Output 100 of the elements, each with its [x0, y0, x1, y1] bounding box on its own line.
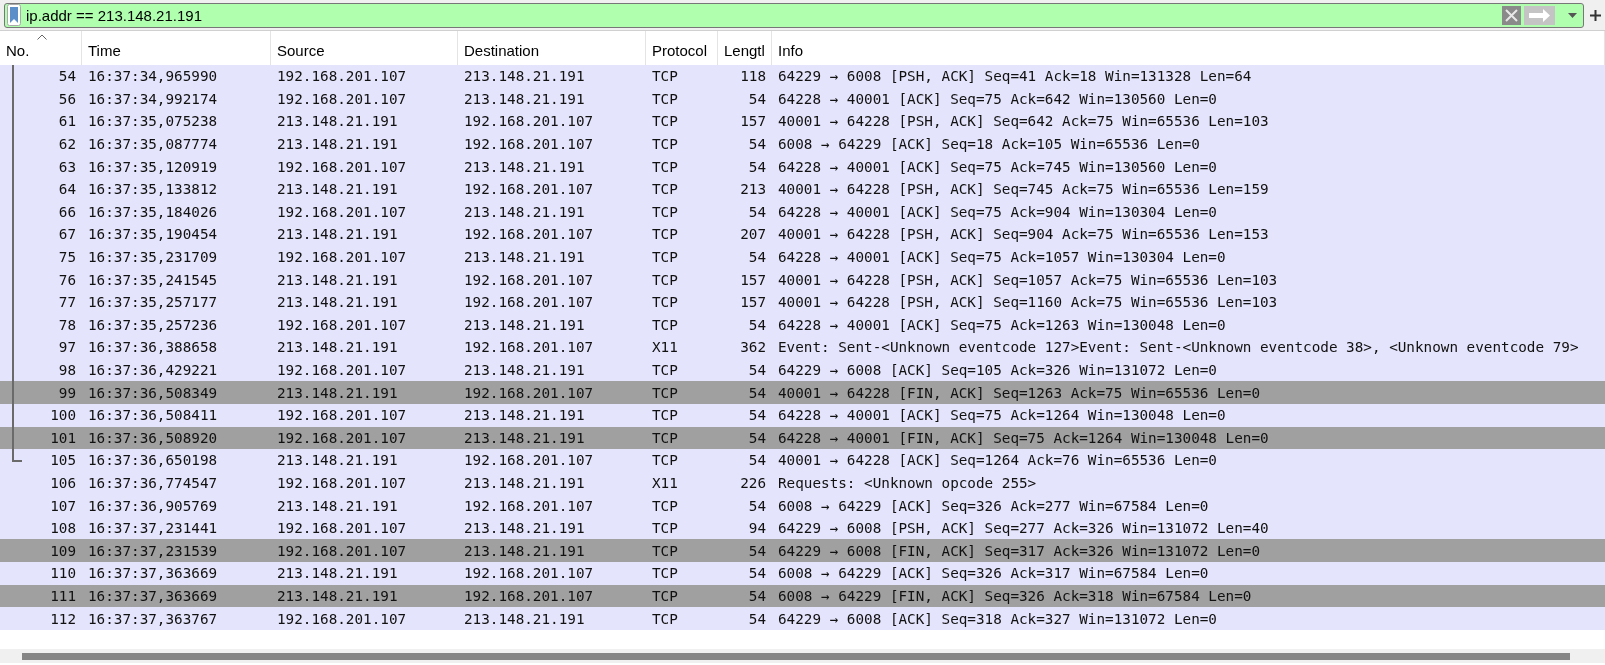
time-cell: 16:37:37,363669: [88, 565, 218, 582]
length-cell: 54: [748, 384, 766, 401]
packet-row[interactable]: 62 16:37:35,087774 213.148.21.191 192.168.201.107 TCP 54 6008 → 64229 [ACK] Seq=18 Ack=105 Win=65536 Len=0: [0, 132, 1605, 156]
number-cell: 63: [58, 158, 76, 175]
packet-row[interactable]: 66 16:37:35,184026 192.168.201.107 213.148.21.191 TCP 54 64228 → 40001 [ACK] Seq=75 Ack=904 Win=130304 Len=0: [0, 200, 1605, 224]
length-cell: 54: [748, 158, 766, 175]
packet-row[interactable]: 98 16:37:36,429221 192.168.201.107 213.148.21.191 TCP 54 64229 → 6008 [ACK] Seq=105 Ack=326 Win=131072 Len=0: [0, 358, 1605, 382]
packet-row[interactable]: 76 16:37:35,241545 213.148.21.191 192.168.201.107 TCP 157 40001 → 64228 [PSH, ACK] Seq=1057 Ack=75 Win=65536 Len=103: [0, 268, 1605, 291]
horizontal-scrollbar[interactable]: [0, 649, 1605, 663]
info-cell: 40001 → 64228 [PSH, ACK] Seq=745 Ack=75 Win=65536 Len=159: [778, 181, 1269, 198]
number-cell: 107: [50, 497, 76, 514]
time-cell: 16:37:37,231539: [88, 542, 218, 559]
destination-cell: 213.148.21.191: [464, 610, 585, 627]
length-cell: 362: [740, 339, 766, 356]
protocol-cell: TCP: [652, 407, 678, 424]
destination-cell: 213.148.21.191: [464, 362, 585, 378]
info-cell: 64228 → 40001 [ACK] Seq=75 Ack=1263 Win=130048 Len=0: [778, 316, 1226, 333]
info-cell: 64228 → 40001 [ACK] Seq=75 Ack=642 Win=130560 Len=0: [778, 90, 1217, 107]
length-cell: 54: [748, 429, 766, 446]
info-cell: 64228 → 40001 [ACK] Seq=75 Ack=1264 Win=130048 Len=0: [778, 407, 1226, 424]
protocol-cell: TCP: [652, 249, 678, 266]
length-cell: 54: [748, 452, 766, 469]
destination-cell: 213.148.21.191: [464, 407, 585, 424]
dropdown-caret-icon[interactable]: [1568, 12, 1577, 18]
packet-row[interactable]: 97 16:37:36,388658 213.148.21.191 192.168.201.107 X11 362 Event: Sent-<Unknown eventcode 127>Event: Sent-<Unknown eventcode 38>, <Unknown eventcode 79>: [0, 336, 1605, 359]
packet-row[interactable]: 99 16:37:36,508349 213.148.21.191 192.168.201.107 TCP 54 40001 → 64228 [FIN, ACK] Seq=1263 Ack=75 Win=65536 Len=0: [0, 381, 1605, 404]
length-cell: 54: [748, 587, 766, 604]
info-cell: 40001 → 64228 [PSH, ACK] Seq=1160 Ack=75 Win=65536 Len=103: [778, 294, 1278, 311]
length-cell: 54: [748, 610, 766, 627]
number-cell: 77: [58, 294, 76, 311]
time-cell: 16:37:35,257236: [88, 316, 218, 333]
source-cell: 192.168.201.107: [277, 407, 407, 424]
info-cell: 64229 → 6008 [FIN, ACK] Seq=317 Ack=326 Win=131072 Len=0: [778, 542, 1261, 559]
destination-cell: 192.168.201.107: [464, 136, 594, 153]
destination-cell: 213.148.21.191: [464, 203, 585, 220]
source-cell: 192.168.201.107: [277, 249, 407, 266]
destination-cell: 192.168.201.107: [464, 113, 594, 130]
destination-cell: 213.148.21.191: [464, 475, 585, 491]
protocol-cell: TCP: [652, 136, 678, 153]
info-cell: 64228 → 40001 [FIN, ACK] Seq=75 Ack=1264 Win=130048 Len=0: [778, 429, 1269, 446]
packet-row[interactable]: 110 16:37:37,363669 213.148.21.191 192.168.201.107 TCP 54 6008 → 64229 [ACK] Seq=326 Ack=317 Win=67584 Len=0: [0, 562, 1605, 585]
time-cell: 16:37:36,905769: [88, 497, 218, 514]
packet-row[interactable]: 109 16:37:37,231539 192.168.201.107 213.148.21.191 TCP 54 64229 → 6008 [FIN, ACK] Seq=317 Ack=326 Win=131072 Len=0: [0, 539, 1605, 563]
display-filter-field[interactable]: ip.addr == 213.148.21.191: [4, 2, 1584, 28]
protocol-cell: TCP: [652, 429, 678, 446]
length-cell: 157: [740, 113, 766, 130]
destination-cell: 213.148.21.191: [464, 542, 585, 559]
protocol-cell: TCP: [652, 113, 678, 130]
destination-cell: 192.168.201.107: [464, 452, 594, 469]
time-cell: 16:37:36,508920: [88, 429, 218, 446]
time-cell: 16:37:35,190454: [88, 226, 218, 243]
packet-row[interactable]: 100 16:37:36,508411 192.168.201.107 213.148.21.191 TCP 54 64228 → 40001 [ACK] Seq=75 Ack=1264 Win=130048 Len=0: [0, 403, 1605, 427]
packet-row[interactable]: 111 16:37:37,363669 213.148.21.191 192.168.201.107 TCP 54 6008 → 64229 [FIN, ACK] Seq=326 Ack=318 Win=67584 Len=0: [0, 584, 1605, 608]
packet-row[interactable]: 75 16:37:35,231709 192.168.201.107 213.148.21.191 TCP 54 64228 → 40001 [ACK] Seq=75 Ack=1057 Win=130304 Len=0: [0, 245, 1605, 269]
length-cell: 157: [740, 294, 766, 311]
packet-row[interactable]: 63 16:37:35,120919 192.168.201.107 213.148.21.191 TCP 54 64228 → 40001 [ACK] Seq=75 Ack=745 Win=130560 Len=0: [0, 155, 1605, 178]
number-cell: 75: [58, 249, 76, 266]
packet-row[interactable]: 78 16:37:35,257236 192.168.201.107 213.148.21.191 TCP 54 64228 → 40001 [ACK] Seq=75 Ack=1263 Win=130048 Len=0: [0, 313, 1605, 337]
packet-row[interactable]: 105 16:37:36,650198 213.148.21.191 192.168.201.107 TCP 54 40001 → 64228 [ACK] Seq=1264 Ack=76 Win=65536 Len=0: [0, 449, 1605, 472]
number-cell: 66: [58, 203, 76, 220]
number-cell: 101: [50, 429, 76, 446]
packet-row[interactable]: 112 16:37:37,363767 192.168.201.107 213.148.21.191 TCP 54 64229 → 6008 [ACK] Seq=318 Ack=327 Win=131072 Len=0: [0, 607, 1605, 630]
packet-row[interactable]: 77 16:37:35,257177 213.148.21.191 192.168.201.107 TCP 157 40001 → 64228 [PSH, ACK] Seq=1160 Ack=75 Win=65536 Len=103: [0, 290, 1605, 314]
bookmark-icon[interactable]: [7, 4, 21, 26]
source-cell: 192.168.201.107: [277, 429, 407, 446]
destination-cell: 192.168.201.107: [464, 226, 594, 243]
source-cell: 213.148.21.191: [277, 271, 398, 288]
packet-row[interactable]: 64 16:37:35,133812 213.148.21.191 192.168.201.107 TCP 213 40001 → 64228 [PSH, ACK] Seq=745 Ack=75 Win=65536 Len=159: [0, 177, 1605, 201]
packet-row[interactable]: 108 16:37:37,231441 192.168.201.107 213.148.21.191 TCP 94 64229 → 6008 [PSH, ACK] Seq=277 Ack=326 Win=131072 Len=40: [0, 516, 1605, 540]
time-cell: 16:37:35,257177: [88, 294, 218, 311]
scrollbar-thumb[interactable]: [22, 652, 1570, 660]
packet-row[interactable]: 56 16:37:34,992174 192.168.201.107 213.148.21.191 TCP 54 64228 → 40001 [ACK] Seq=75 Ack=642 Win=130560 Len=0: [0, 87, 1605, 111]
number-cell: 61: [58, 113, 76, 130]
source-cell: 192.168.201.107: [277, 90, 407, 107]
length-cell: 226: [740, 475, 766, 491]
number-cell: 97: [58, 339, 76, 356]
source-cell: 213.148.21.191: [277, 113, 398, 130]
destination-cell: 213.148.21.191: [464, 90, 585, 107]
packet-row[interactable]: 106 16:37:36,774547 192.168.201.107 213.148.21.191 X11 226 Requests: <Unknown opcode 255>: [0, 471, 1605, 495]
packet-row[interactable]: 67 16:37:35,190454 213.148.21.191 192.168.201.107 TCP 207 40001 → 64228 [PSH, ACK] Seq=904 Ack=75 Win=65536 Len=153: [0, 223, 1605, 246]
protocol-cell: TCP: [652, 610, 678, 627]
info-cell: 40001 → 64228 [ACK] Seq=1264 Ack=76 Win=65536 Len=0: [778, 452, 1217, 469]
destination-cell: 213.148.21.191: [464, 316, 585, 333]
info-cell: 6008 → 64229 [ACK] Seq=326 Ack=317 Win=67584 Len=0: [778, 565, 1209, 582]
clear-icon[interactable]: [1502, 5, 1521, 25]
destination-cell: 192.168.201.107: [464, 497, 594, 514]
source-cell: 213.148.21.191: [277, 181, 398, 198]
info-cell: 6008 → 64229 [ACK] Seq=326 Ack=277 Win=67584 Len=0: [778, 497, 1209, 514]
time-cell: 16:37:35,241545: [88, 271, 218, 288]
packet-row[interactable]: 107 16:37:36,905769 213.148.21.191 192.168.201.107 TCP 54 6008 → 64229 [ACK] Seq=326 Ack=277 Win=67584 Len=0: [0, 494, 1605, 517]
add-icon[interactable]: [1590, 9, 1601, 21]
packet-row[interactable]: 101 16:37:36,508920 192.168.201.107 213.148.21.191 TCP 54 64228 → 40001 [FIN, ACK] Seq=75 Ack=1264 Win=130048 Len=0: [0, 426, 1605, 450]
number-cell: 62: [58, 136, 76, 153]
protocol-cell: TCP: [652, 226, 678, 243]
protocol-cell: TCP: [652, 68, 678, 85]
source-cell: 192.168.201.107: [277, 542, 407, 559]
time-cell: 16:37:36,508411: [88, 407, 218, 424]
packet-row[interactable]: 54 16:37:34,965990 192.168.201.107 213.148.21.191 TCP 118 64229 → 6008 [PSH, ACK] Seq=41 Ack=18 Win=131328 Len=64: [0, 65, 1605, 88]
source-cell: 213.148.21.191: [277, 587, 398, 604]
packet-row[interactable]: 61 16:37:35,075238 213.148.21.191 192.168.201.107 TCP 157 40001 → 64228 [PSH, ACK] Seq=642 Ack=75 Win=65536 Len=103: [0, 110, 1605, 133]
